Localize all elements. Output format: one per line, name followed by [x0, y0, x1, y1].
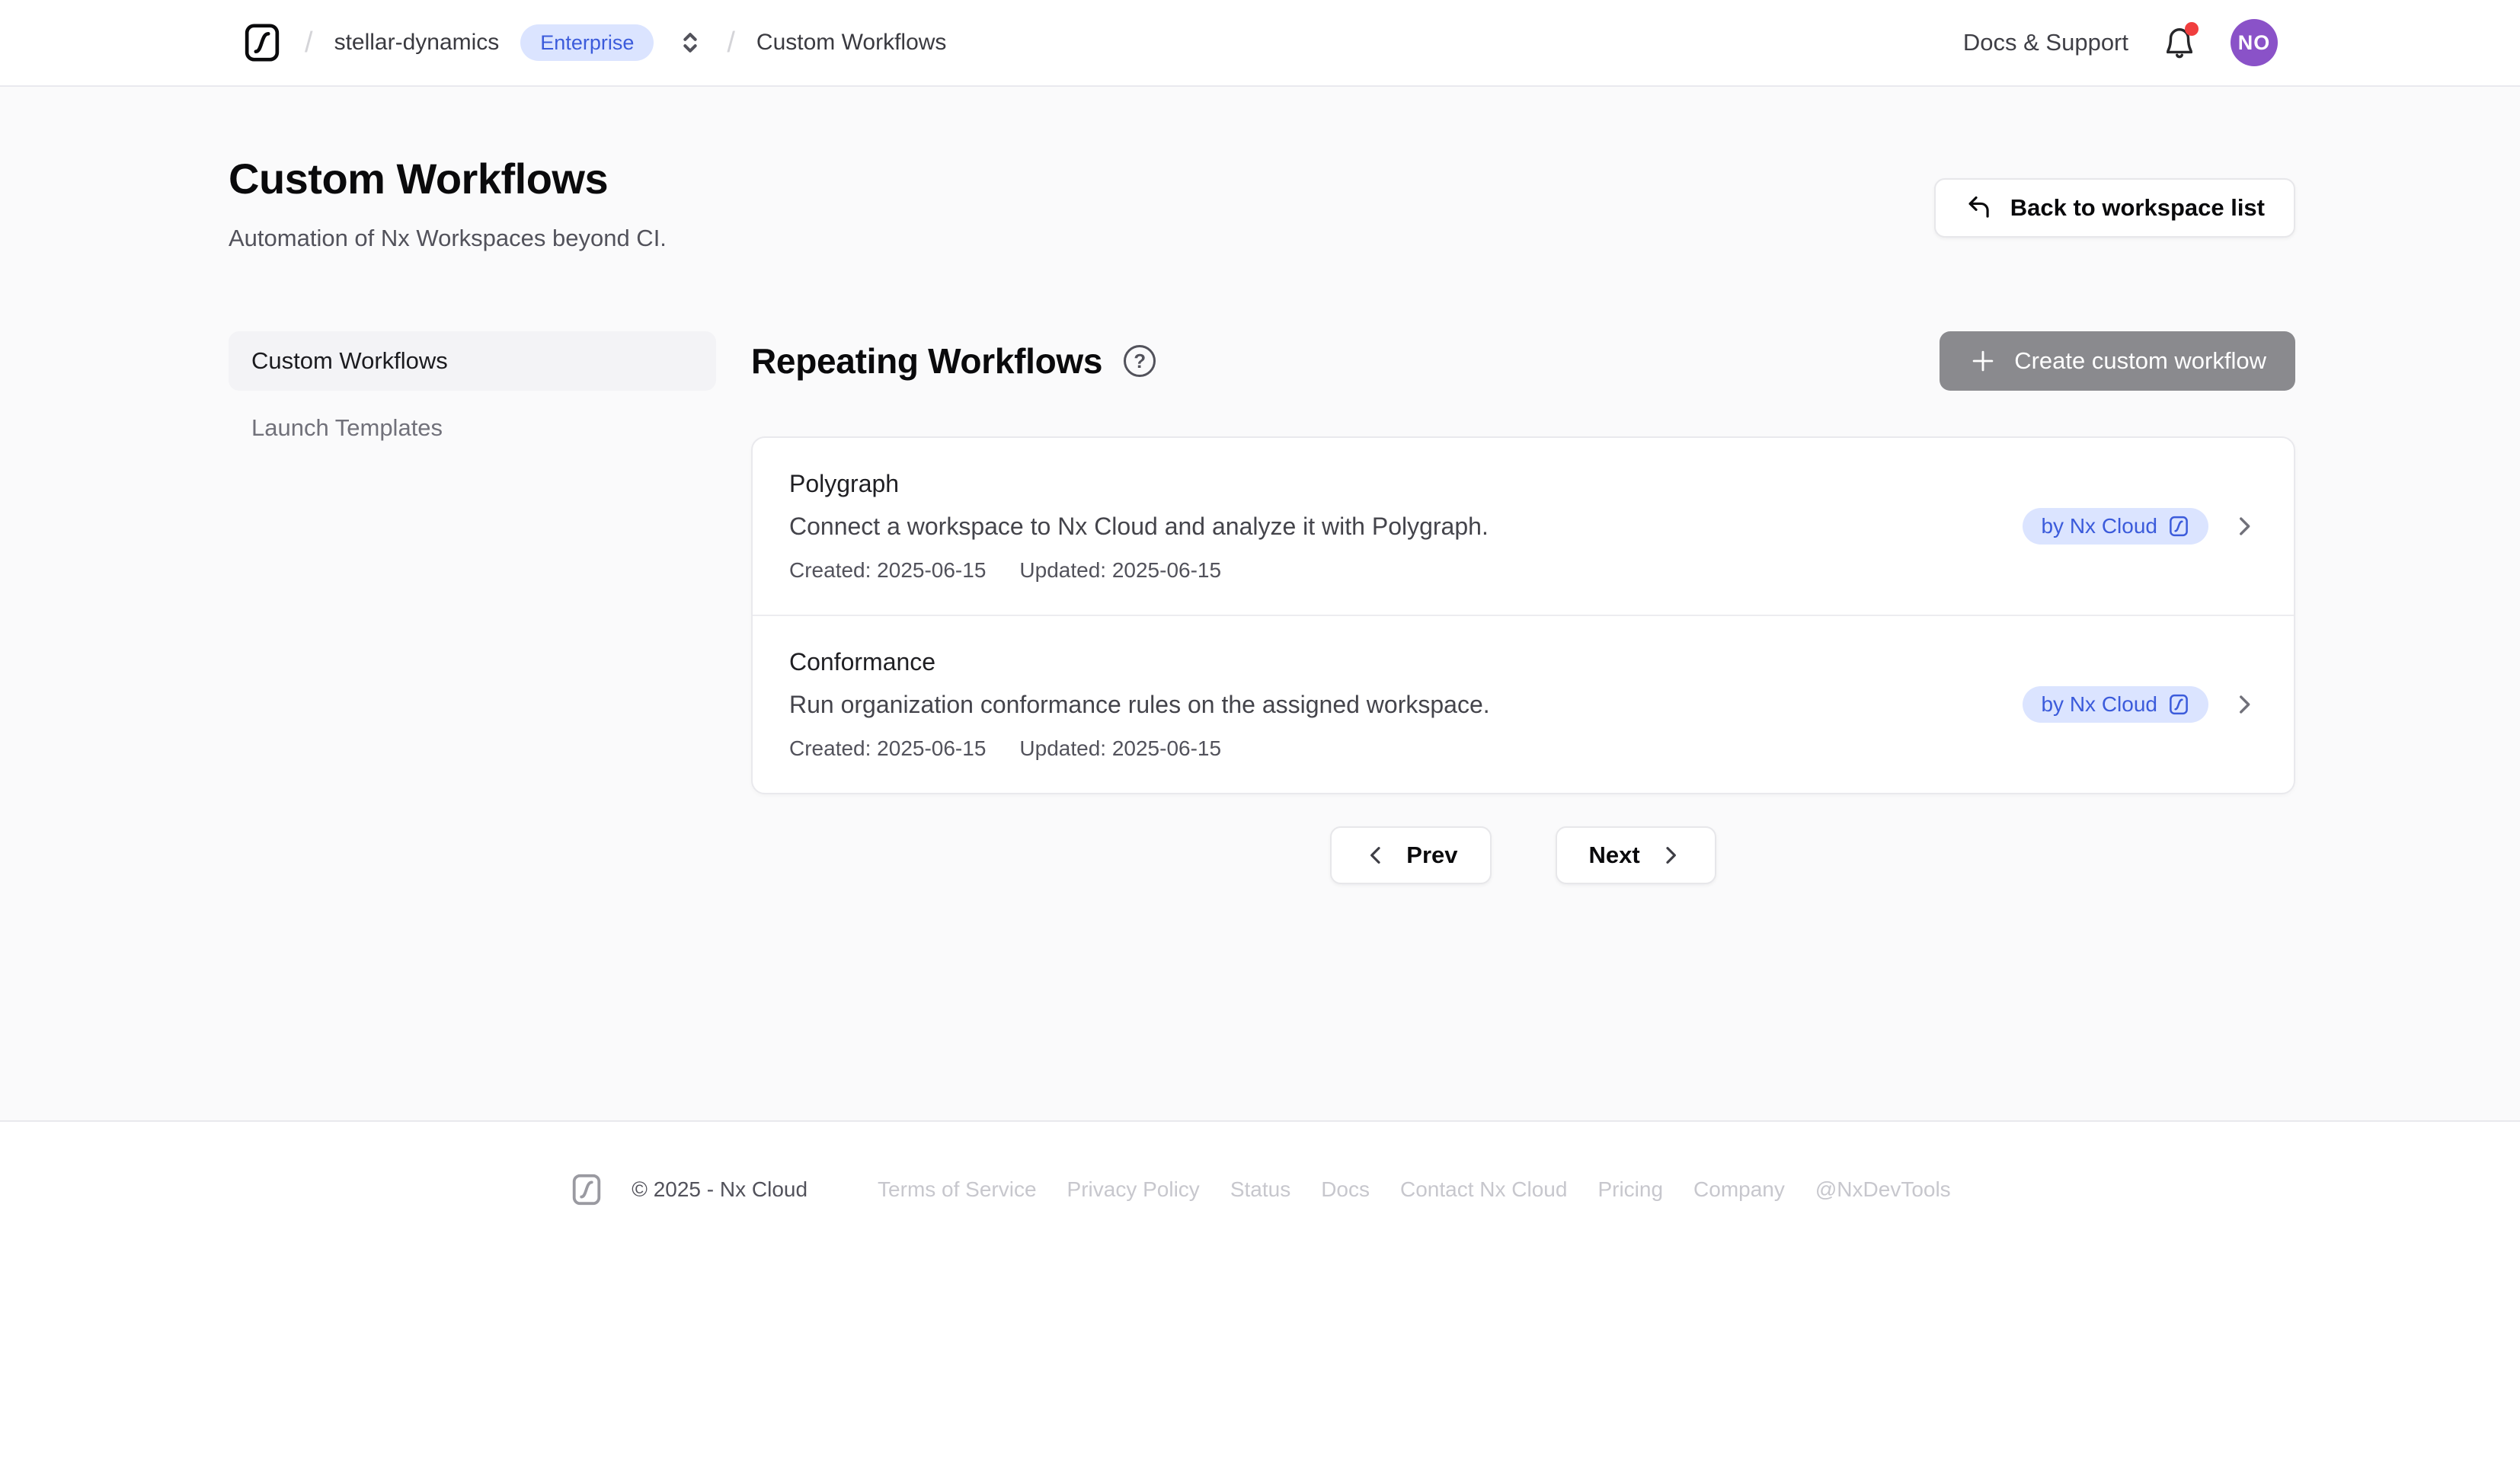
nx-logo-icon [2167, 693, 2190, 716]
nx-logo-icon [2167, 515, 2190, 538]
pagination: Prev Next [751, 826, 2295, 884]
header-actions: Docs & Support NO [1963, 19, 2278, 66]
sidebar-item-launch-templates[interactable]: Launch Templates [229, 398, 716, 458]
workflow-row-polygraph[interactable]: Polygraph Connect a workspace to Nx Clou… [753, 438, 2294, 615]
footer-link-nxdevtools[interactable]: @NxDevTools [1815, 1177, 1951, 1202]
prev-page-button[interactable]: Prev [1330, 826, 1491, 884]
breadcrumb-page: Custom Workflows [756, 30, 947, 56]
breadcrumb-separator: / [305, 27, 313, 59]
workflow-updated: Updated: 2025-06-15 [1019, 558, 1221, 583]
footer: © 2025 - Nx Cloud Terms of Service Priva… [0, 1120, 2520, 1479]
footer-link-pricing[interactable]: Pricing [1597, 1177, 1663, 1202]
notification-dot [2185, 22, 2199, 36]
workflows-sidebar: Custom Workflows Launch Templates [229, 331, 716, 884]
footer-link-contact[interactable]: Contact Nx Cloud [1400, 1177, 1567, 1202]
workflow-title: Polygraph [789, 470, 1992, 498]
badge-label: by Nx Cloud [2041, 692, 2157, 717]
page-header: Custom Workflows Automation of Nx Worksp… [229, 154, 2295, 252]
docs-support-link[interactable]: Docs & Support [1963, 29, 2128, 56]
page-subtitle: Automation of Nx Workspaces beyond CI. [229, 225, 667, 252]
user-avatar[interactable]: NO [2231, 19, 2278, 66]
chevron-right-icon[interactable] [2231, 692, 2257, 717]
main-content: Custom Workflows Automation of Nx Worksp… [0, 87, 2520, 1120]
footer-link-status[interactable]: Status [1230, 1177, 1290, 1202]
chevron-right-icon[interactable] [2231, 513, 2257, 539]
undo-arrow-icon [1965, 193, 1994, 222]
enterprise-badge: Enterprise [520, 24, 654, 61]
workflow-row-conformance[interactable]: Conformance Run organization conformance… [753, 615, 2294, 793]
repeating-workflows-section: Repeating Workflows ? Create custom work… [751, 331, 2295, 884]
next-label: Next [1589, 842, 1640, 869]
create-custom-workflow-button[interactable]: Create custom workflow [1940, 331, 2295, 391]
nx-logo-icon [569, 1172, 604, 1207]
section-title: Repeating Workflows [751, 340, 1102, 382]
footer-links: Terms of Service Privacy Policy Status D… [878, 1177, 1951, 1202]
workspace-switcher-icon[interactable] [675, 25, 705, 60]
footer-link-company[interactable]: Company [1693, 1177, 1785, 1202]
help-icon[interactable]: ? [1124, 345, 1156, 377]
workflow-description: Run organization conformance rules on th… [789, 691, 1992, 719]
footer-link-docs[interactable]: Docs [1321, 1177, 1370, 1202]
prev-label: Prev [1406, 842, 1457, 869]
by-nx-cloud-badge[interactable]: by Nx Cloud [2023, 508, 2208, 545]
by-nx-cloud-badge[interactable]: by Nx Cloud [2023, 686, 2208, 723]
create-button-label: Create custom workflow [2014, 347, 2266, 375]
next-page-button[interactable]: Next [1556, 826, 1716, 884]
workflow-created: Created: 2025-06-15 [789, 558, 986, 583]
chevron-left-icon [1364, 843, 1388, 867]
chevron-right-icon [1658, 843, 1683, 867]
copyright-text: © 2025 - Nx Cloud [632, 1177, 807, 1202]
footer-link-privacy[interactable]: Privacy Policy [1067, 1177, 1200, 1202]
breadcrumb-separator: / [727, 27, 735, 59]
workflow-created: Created: 2025-06-15 [789, 736, 986, 761]
back-button-label: Back to workspace list [2010, 194, 2265, 222]
page-title: Custom Workflows [229, 154, 667, 203]
workflows-list: Polygraph Connect a workspace to Nx Clou… [751, 436, 2295, 794]
breadcrumb: / stellar-dynamics Enterprise / Custom W… [241, 21, 946, 64]
footer-link-terms[interactable]: Terms of Service [878, 1177, 1037, 1202]
workflow-title: Conformance [789, 648, 1992, 676]
workflow-updated: Updated: 2025-06-15 [1019, 736, 1221, 761]
badge-label: by Nx Cloud [2041, 514, 2157, 538]
nx-logo-icon[interactable] [241, 21, 283, 64]
notifications-button[interactable] [2162, 25, 2197, 60]
breadcrumb-workspace[interactable]: stellar-dynamics [334, 30, 500, 56]
plus-icon [1968, 347, 1997, 375]
back-to-workspace-list-button[interactable]: Back to workspace list [1934, 178, 2295, 238]
workflow-description: Connect a workspace to Nx Cloud and anal… [789, 513, 1992, 541]
top-nav: / stellar-dynamics Enterprise / Custom W… [0, 0, 2520, 87]
sidebar-item-custom-workflows[interactable]: Custom Workflows [229, 331, 716, 391]
